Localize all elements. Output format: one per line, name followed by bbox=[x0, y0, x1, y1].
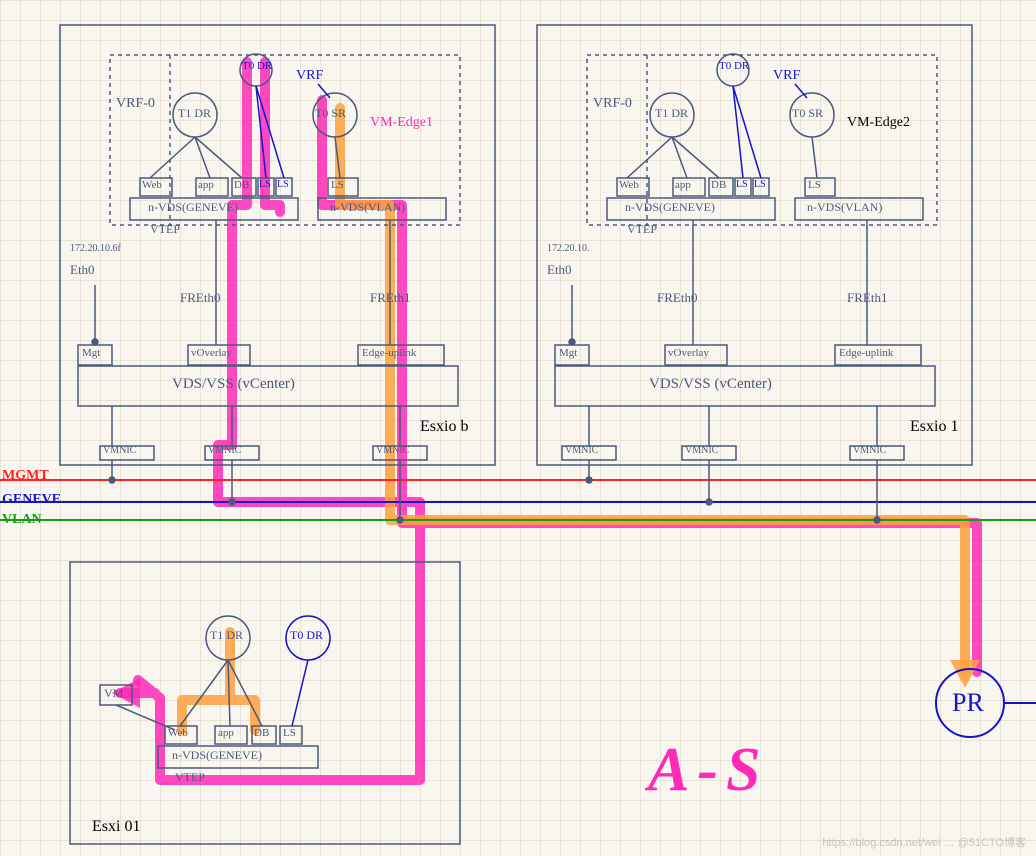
h1-vdsvss: VDS/VSS (vCenter) bbox=[172, 376, 295, 393]
h2-vdsvss: VDS/VSS (vCenter) bbox=[649, 376, 772, 393]
h1-ls2: LS bbox=[277, 179, 289, 190]
h2-web: Web bbox=[619, 179, 639, 191]
h3-t0dr: T0 DR bbox=[290, 628, 323, 643]
h1-web: Web bbox=[142, 179, 162, 191]
h1-vmnic2: VMNIC bbox=[208, 445, 241, 456]
h2-app: app bbox=[675, 179, 691, 191]
h1-t1dr: T1 DR bbox=[178, 106, 211, 121]
geneve-label: GENEVE bbox=[2, 492, 61, 508]
h1-freth0: FREth0 bbox=[180, 290, 220, 306]
h2-nvds-geneve: n-VDS(GENEVE) bbox=[625, 200, 715, 215]
h2-ethip: 172.20.10. bbox=[547, 243, 590, 254]
h2-vmnic1: VMNIC bbox=[565, 445, 598, 456]
vlan-label: VLAN bbox=[2, 512, 42, 528]
h1-ls3: LS bbox=[331, 179, 344, 191]
h3-vtep: VTEP bbox=[175, 770, 205, 785]
h2-t1dr: T1 DR bbox=[655, 106, 688, 121]
h2-freth0: FREth0 bbox=[657, 290, 697, 306]
h2-vtep: VTEP bbox=[627, 222, 657, 237]
mgmt-label: MGMT bbox=[2, 468, 49, 484]
as-label: A-S bbox=[648, 735, 768, 806]
h2-vmnic3: VMNIC bbox=[853, 445, 886, 456]
h2-vmnic2: VMNIC bbox=[685, 445, 718, 456]
h1-eth0: Eth0 bbox=[70, 262, 95, 278]
watermark: https://blog.csdn.net/wei … @51CTO博客 bbox=[822, 834, 1026, 850]
h2-freth1: FREth1 bbox=[847, 290, 887, 306]
h1-vrf0: VRF-0 bbox=[116, 96, 155, 112]
h1-vmnic3: VMNIC bbox=[376, 445, 409, 456]
h3-app: app bbox=[218, 727, 234, 739]
h3-ls: LS bbox=[283, 727, 296, 739]
h1-overlay: vOverlay bbox=[191, 347, 232, 359]
h1-vmnic1: VMNIC bbox=[103, 445, 136, 456]
h1-vmedge: VM-Edge1 bbox=[370, 115, 433, 131]
h1-nvds-vlan: n-VDS(VLAN) bbox=[330, 200, 405, 215]
h2-ls3: LS bbox=[808, 179, 821, 191]
h3-vm: VM bbox=[104, 686, 123, 701]
h1-edgeup: Edge-uplink bbox=[362, 347, 416, 359]
h2-vrf0: VRF-0 bbox=[593, 96, 632, 112]
h1-mgt: Mgt bbox=[82, 347, 100, 359]
h1-t0dr: T0 DR bbox=[242, 60, 272, 72]
h1-t0sr: T0 SR bbox=[315, 106, 346, 121]
h2-vmedge: VM-Edge2 bbox=[847, 115, 910, 131]
pr-label: PR bbox=[952, 688, 984, 718]
h1-vtep: VTEP bbox=[150, 222, 180, 237]
h2-t0sr: T0 SR bbox=[792, 106, 823, 121]
highlight-pink-path bbox=[120, 62, 977, 780]
h2-eth0: Eth0 bbox=[547, 262, 572, 278]
h1-name: Esxio b bbox=[420, 418, 468, 436]
h1-vrf: VRF bbox=[296, 68, 323, 84]
h2-t0dr: T0 DR bbox=[719, 60, 749, 72]
h1-freth1: FREth1 bbox=[370, 290, 410, 306]
h1-nvds-geneve: n-VDS(GENEVE) bbox=[148, 200, 238, 215]
h2-mgt: Mgt bbox=[559, 347, 577, 359]
h2-name: Esxio 1 bbox=[910, 418, 958, 436]
h2-nvds-vlan: n-VDS(VLAN) bbox=[807, 200, 882, 215]
h2-vrf: VRF bbox=[773, 68, 800, 84]
h2-db: DB bbox=[711, 179, 726, 191]
h2-overlay: vOverlay bbox=[668, 347, 709, 359]
h1-db: DB bbox=[234, 179, 249, 191]
h3-db: DB bbox=[254, 727, 269, 739]
h1-ethip: 172.20.10.6f bbox=[70, 243, 121, 254]
h3-name: Esxi 01 bbox=[92, 818, 140, 836]
h3-web: Web bbox=[168, 727, 188, 739]
host3 bbox=[70, 562, 460, 844]
h1-app: app bbox=[198, 179, 214, 191]
h2-ls2: LS bbox=[754, 179, 766, 190]
h3-t1dr: T1 DR bbox=[210, 628, 243, 643]
h1-ls1: LS bbox=[259, 179, 271, 190]
h3-nvds: n-VDS(GENEVE) bbox=[172, 748, 262, 763]
h2-edgeup: Edge-uplink bbox=[839, 347, 893, 359]
h2-ls1: LS bbox=[736, 179, 748, 190]
